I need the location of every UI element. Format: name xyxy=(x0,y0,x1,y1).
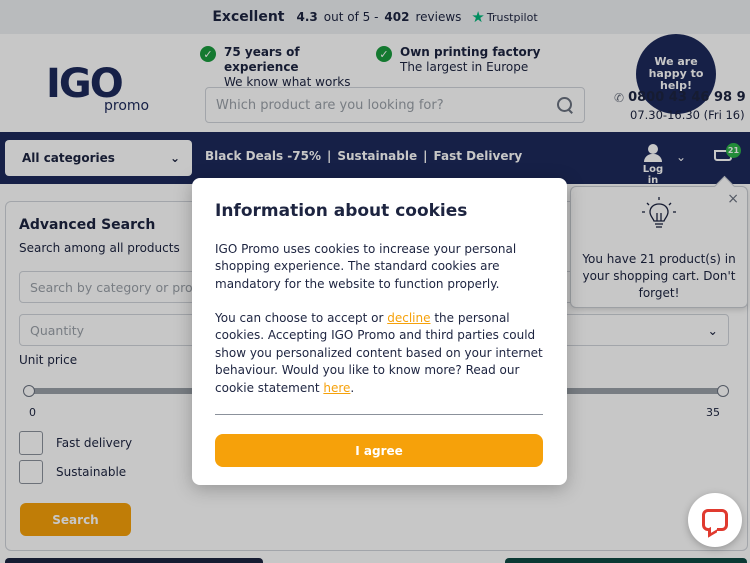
cookie-modal-title: Information about cookies xyxy=(215,201,468,221)
chat-button[interactable] xyxy=(688,493,742,547)
cookie-modal: Information about cookies IGO Promo uses… xyxy=(192,178,567,485)
divider xyxy=(215,414,543,415)
cookie-choice-text: You can choose to accept or decline the … xyxy=(215,310,550,397)
chat-icon xyxy=(702,509,728,531)
agree-button[interactable]: I agree xyxy=(215,434,543,467)
cookie-text-end: . xyxy=(350,380,355,395)
cookie-statement-link[interactable]: here xyxy=(323,381,350,395)
cookie-intro-text: IGO Promo uses cookies to increase your … xyxy=(215,242,517,291)
decline-link[interactable]: decline xyxy=(387,311,430,325)
cookie-text-part: You can choose to accept or xyxy=(215,311,388,325)
